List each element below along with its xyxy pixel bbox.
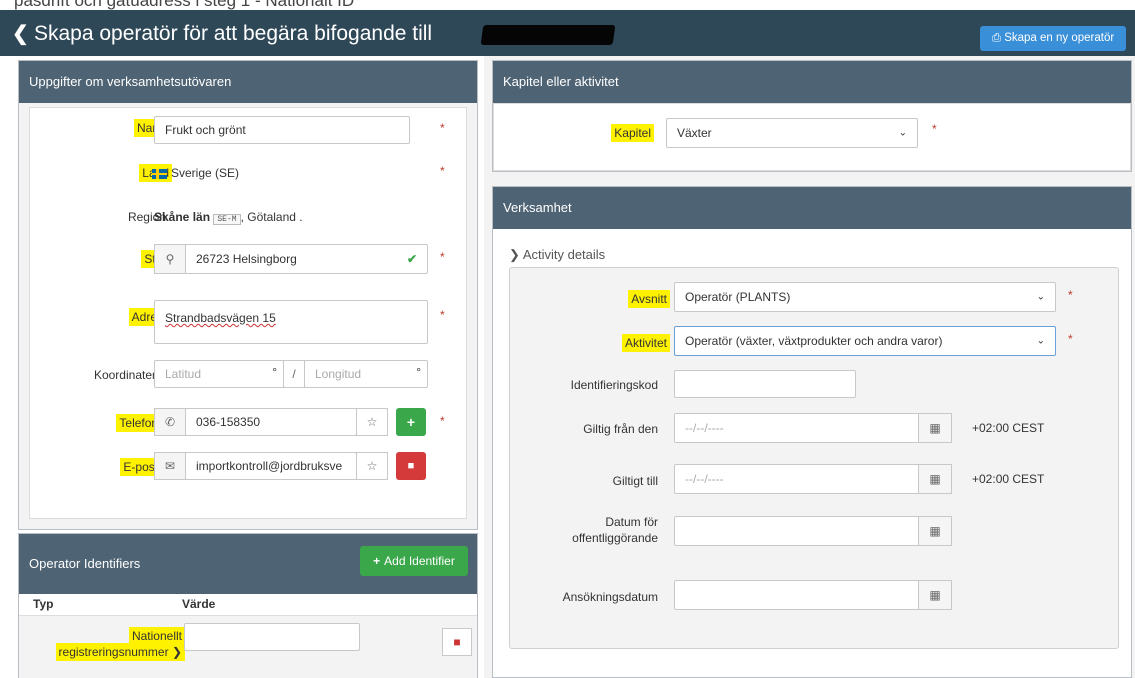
- activity-select[interactable]: Operatör (växter, växtprodukter och andr…: [674, 326, 1056, 356]
- required-mark: *: [440, 121, 445, 135]
- valid-to-label: Giltigt till: [612, 474, 658, 488]
- chevron-left-icon[interactable]: ❮: [12, 21, 29, 46]
- publication-date-label: Datum för offentliggörande: [572, 515, 658, 545]
- create-new-operator-button[interactable]: ⎙ Skapa en ny operatör: [980, 26, 1126, 51]
- right-column: Kapitel eller aktivitet Kapitel Växter ⌄ …: [484, 56, 1135, 678]
- chevron-down-icon: ❯: [509, 247, 520, 262]
- phone-input[interactable]: 036-158350: [185, 408, 357, 436]
- country-value: Sverige (SE): [152, 166, 239, 180]
- panel-header: Uppgifter om verksamhetsutövaren: [19, 61, 477, 103]
- id-code-input[interactable]: [674, 370, 856, 398]
- cropped-top-text: påsdrift och gatuadress i steg 1 - Natio…: [0, 0, 1135, 10]
- col-type: Typ: [33, 597, 54, 611]
- table-header: Typ Värde: [19, 594, 477, 616]
- phone-icon: ✆: [154, 408, 186, 436]
- star-icon[interactable]: ☆: [356, 452, 388, 480]
- name-input[interactable]: Frukt och grönt: [154, 116, 410, 144]
- chevron-down-icon: ⌄: [1036, 291, 1045, 303]
- timezone-label: +02:00 CEST: [972, 421, 1045, 435]
- required-mark: *: [932, 122, 937, 136]
- timezone-label: +02:00 CEST: [972, 472, 1045, 486]
- page-title: Skapa operatör för att begära bifogande …: [34, 22, 433, 45]
- activity-details-toggle[interactable]: ❯ Activity details: [509, 247, 605, 263]
- city-input[interactable]: 26723 Helsingborg ✔: [185, 244, 428, 274]
- table-row: Nationellt registreringsnummer ❯ ■: [19, 616, 477, 678]
- required-mark: *: [440, 414, 445, 428]
- add-phone-button[interactable]: +: [396, 408, 426, 436]
- required-mark: *: [1068, 288, 1073, 302]
- panel-header: Kapitel eller aktivitet: [493, 61, 1131, 103]
- required-mark: *: [440, 250, 445, 264]
- identifier-value-input[interactable]: [184, 623, 360, 651]
- chevron-down-icon: ❯: [171, 645, 182, 659]
- business-panel: Verksamhet ❯ Activity details Avsnitt Op…: [492, 186, 1132, 678]
- address-textarea[interactable]: Strandbadsvägen 15: [154, 300, 428, 344]
- search-icon: ⚲: [154, 244, 186, 274]
- plus-icon: +: [373, 554, 381, 568]
- application-date-input[interactable]: [674, 580, 920, 610]
- calendar-icon[interactable]: ▦: [918, 413, 952, 443]
- chevron-down-icon: ⌄: [1036, 335, 1045, 347]
- identifier-type-select[interactable]: Nationellt registreringsnummer ❯: [55, 627, 185, 661]
- latitude-input[interactable]: Latitud °: [154, 360, 284, 388]
- required-mark: *: [440, 308, 445, 322]
- valid-from-label: Giltig från den: [583, 422, 658, 436]
- region-code-badge: SE-M: [213, 214, 241, 225]
- check-icon: ✔: [406, 252, 417, 266]
- application-date-label: Ansökningsdatum: [562, 590, 658, 604]
- operator-details-panel: Uppgifter om verksamhetsutövaren Namn Fr…: [18, 60, 478, 530]
- panel-header: Verksamhet: [493, 187, 1131, 229]
- coords-separator: /: [283, 360, 305, 388]
- panel-body: Namn Frukt och grönt * Land Sverige (SE)…: [29, 107, 467, 519]
- title-bar: ❮ Skapa operatör för att begära bifogand…: [0, 10, 1135, 56]
- redacted-text: [480, 25, 616, 45]
- region-value: Skåne län SE-M, Götaland .: [154, 210, 303, 225]
- envelope-icon: ✉: [154, 452, 186, 480]
- col-value: Värde: [182, 597, 216, 611]
- trash-icon[interactable]: ■: [442, 628, 472, 656]
- activity-details-box: Avsnitt Operatör (PLANTS) ⌄ * Aktivitet O…: [509, 267, 1119, 649]
- required-mark: *: [1068, 332, 1073, 346]
- chevron-down-icon: ⌄: [898, 127, 907, 139]
- section-label: Avsnitt: [628, 290, 670, 308]
- star-icon[interactable]: ☆: [356, 408, 388, 436]
- add-identifier-button[interactable]: + Add Identifier: [360, 546, 468, 576]
- publication-date-input[interactable]: [674, 516, 920, 546]
- longitude-input[interactable]: Longitud °: [304, 360, 428, 388]
- activity-label: Aktivitet: [621, 334, 670, 352]
- print-icon: ⎙: [991, 32, 1002, 44]
- email-input[interactable]: importkontroll@jordbruksve: [185, 452, 357, 480]
- sweden-flag-icon: [152, 168, 167, 179]
- calendar-icon[interactable]: ▦: [918, 516, 952, 546]
- delete-email-button[interactable]: ■: [396, 452, 426, 480]
- chapter-select[interactable]: Växter ⌄: [666, 118, 918, 148]
- valid-to-input[interactable]: --/--/----: [674, 464, 920, 494]
- chapter-panel: Kapitel eller aktivitet Kapitel Växter ⌄ …: [492, 60, 1132, 172]
- required-mark: *: [440, 164, 445, 178]
- valid-from-input[interactable]: --/--/----: [674, 413, 920, 443]
- id-code-label: Identifieringskod: [570, 378, 658, 392]
- calendar-icon[interactable]: ▦: [918, 464, 952, 494]
- section-select[interactable]: Operatör (PLANTS) ⌄: [674, 282, 1056, 312]
- panel-body: Kapitel Växter ⌄ *: [493, 103, 1131, 171]
- operator-identifiers-panel: Operator Identifiers + Add Identifier Typ…: [18, 533, 478, 678]
- chapter-label: Kapitel: [611, 124, 654, 142]
- coords-label: Koordinater: [93, 368, 156, 382]
- calendar-icon[interactable]: ▦: [918, 580, 952, 610]
